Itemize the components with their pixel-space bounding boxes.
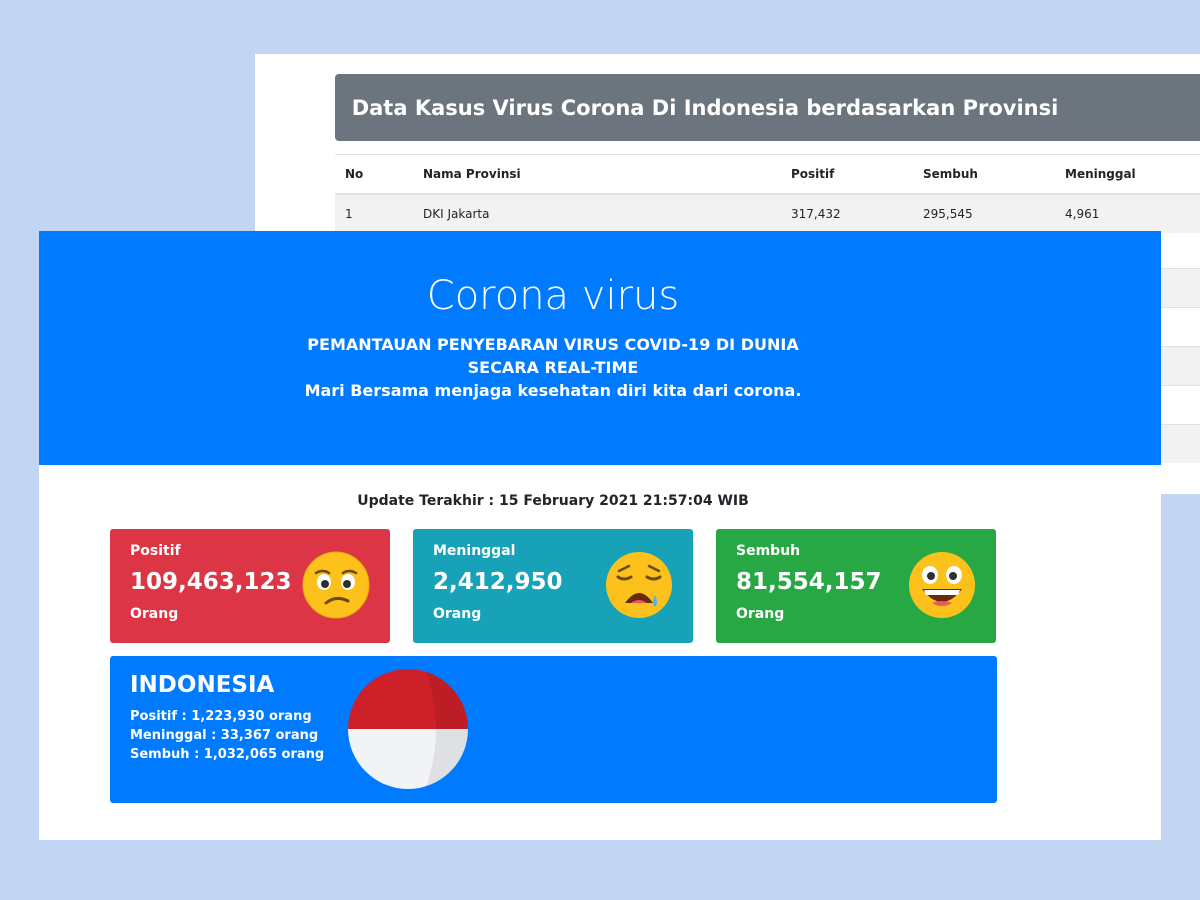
indonesia-card: INDONESIA Positif : 1,223,930 orang Meni… — [110, 656, 997, 803]
last-update-text: Update Terakhir : 15 February 2021 21:57… — [357, 493, 749, 509]
indonesia-title: INDONESIA — [130, 672, 275, 698]
column-header-recovered[interactable]: Sembuh — [913, 154, 1055, 195]
hero-subtitle-line2: SECARA REAL-TIME — [467, 358, 639, 377]
card-label: Positif — [130, 543, 181, 559]
table-row[interactable]: 1 DKI Jakarta 317,432 295,545 4,961 — [335, 193, 1200, 233]
page-title: Corona virus — [426, 273, 680, 319]
cell-deaths: 4,961 — [1055, 193, 1200, 233]
card-label: Meninggal — [433, 543, 516, 559]
card-value: 2,412,950 — [433, 569, 563, 595]
cell-no: 1 — [335, 193, 413, 233]
province-table: No Nama Provinsi Positif Sembuh Meningga… — [335, 154, 1200, 233]
indonesia-positive: Positif : 1,223,930 orang — [130, 709, 312, 724]
column-header-positive[interactable]: Positif — [781, 154, 913, 195]
hidden-table-rows — [1161, 268, 1200, 463]
cell-positive: 317,432 — [781, 193, 913, 233]
column-header-deaths[interactable]: Meninggal — [1055, 154, 1200, 195]
table-heading-text: Data Kasus Virus Corona Di Indonesia ber… — [351, 95, 1059, 120]
table-header-row: No Nama Provinsi Positif Sembuh Meningga… — [335, 154, 1200, 195]
deaths-card: Meninggal 2,412,950 Orang — [413, 529, 693, 643]
card-value: 81,554,157 — [736, 569, 882, 595]
hero-subtitle-line1: PEMANTAUAN PENYEBARAN VIRUS COVID-19 DI … — [307, 335, 799, 354]
hero-subtitle-line3: Mari Bersama menjaga kesehatan diri kita… — [304, 381, 802, 400]
dashboard-window: Corona virus PEMANTAUAN PENYEBARAN VIRUS… — [39, 231, 1161, 840]
card-label: Sembuh — [736, 543, 801, 559]
worried-face-icon — [302, 551, 370, 619]
table-heading: Data Kasus Virus Corona Di Indonesia ber… — [335, 74, 1200, 141]
card-unit: Orang — [433, 606, 482, 622]
indonesia-flag-icon — [348, 669, 468, 789]
card-value: 109,463,123 — [130, 569, 292, 595]
recovered-card: Sembuh 81,554,157 Orang — [716, 529, 996, 643]
cell-recovered: 295,545 — [913, 193, 1055, 233]
cell-province: DKI Jakarta — [413, 193, 781, 233]
column-header-no[interactable]: No — [335, 154, 413, 195]
card-unit: Orang — [130, 606, 179, 622]
card-unit: Orang — [736, 606, 785, 622]
crying-face-icon — [606, 552, 672, 618]
indonesia-deaths: Meninggal : 33,367 orang — [130, 728, 319, 743]
grinning-face-icon — [909, 552, 975, 618]
indonesia-recovered: Sembuh : 1,032,065 orang — [130, 747, 325, 762]
hero-banner: Corona virus PEMANTAUAN PENYEBARAN VIRUS… — [39, 231, 1161, 465]
positive-card: Positif 109,463,123 Orang — [110, 529, 390, 643]
column-header-province[interactable]: Nama Provinsi — [413, 154, 781, 195]
